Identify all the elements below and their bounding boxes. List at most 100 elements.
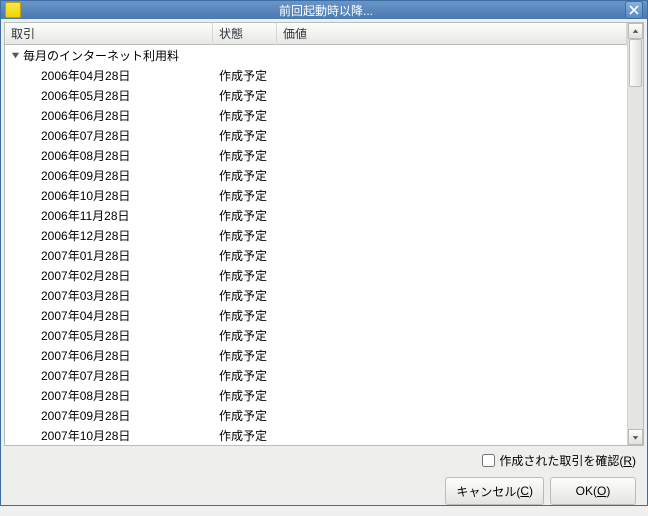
cell-status: 作成予定 xyxy=(213,246,277,265)
cell-date: 2006年10月28日 xyxy=(5,186,213,205)
cell-value xyxy=(277,234,627,236)
cell-date: 2006年06月28日 xyxy=(5,106,213,125)
table-row[interactable]: 2007年08月28日作成予定 xyxy=(5,385,627,405)
vertical-scrollbar[interactable] xyxy=(627,23,643,445)
cell-date: 2006年12月28日 xyxy=(5,226,213,245)
cell-value xyxy=(277,114,627,116)
cell-value xyxy=(277,294,627,296)
confirm-checkbox[interactable] xyxy=(482,454,495,467)
close-button[interactable] xyxy=(625,1,643,19)
cell-value xyxy=(277,414,627,416)
cell-status: 作成予定 xyxy=(213,306,277,325)
cell-status: 作成予定 xyxy=(213,386,277,405)
cell-value xyxy=(277,74,627,76)
scrollbar-track[interactable] xyxy=(628,39,643,429)
confirm-checkbox-row: 作成された取引を確認(R) xyxy=(4,446,644,473)
cell-date: 2006年07月28日 xyxy=(5,126,213,145)
button-row: キャンセル(C) OK(O) xyxy=(4,473,644,513)
table-row[interactable]: 2006年09月28日作成予定 xyxy=(5,165,627,185)
table-row[interactable]: 2006年11月28日作成予定 xyxy=(5,205,627,225)
cell-value xyxy=(277,154,627,156)
cell-value xyxy=(277,214,627,216)
cell-status: 作成予定 xyxy=(213,86,277,105)
app-icon xyxy=(5,2,21,18)
table-row[interactable]: 2007年02月28日作成予定 xyxy=(5,265,627,285)
dialog-window: 前回起動時以降... 取引 状態 価値 毎月のインターネット利用料 xyxy=(0,0,648,506)
scroll-up-button[interactable] xyxy=(628,23,643,39)
cell-date: 2007年06月28日 xyxy=(5,346,213,365)
cell-value xyxy=(277,254,627,256)
scroll-down-button[interactable] xyxy=(628,429,643,445)
table-row[interactable]: 2006年07月28日作成予定 xyxy=(5,125,627,145)
column-header-value[interactable]: 価値 xyxy=(277,23,627,45)
expander-icon[interactable] xyxy=(9,49,21,61)
cell-status: 作成予定 xyxy=(213,366,277,385)
table-row[interactable]: 2006年06月28日作成予定 xyxy=(5,105,627,125)
table-row[interactable]: 2007年03月28日作成予定 xyxy=(5,285,627,305)
cell-status: 作成予定 xyxy=(213,106,277,125)
table-row[interactable]: 2007年04月28日作成予定 xyxy=(5,305,627,325)
ok-button[interactable]: OK(O) xyxy=(550,477,636,505)
cell-date: 2007年05月28日 xyxy=(5,326,213,345)
table-row[interactable]: 2007年09月28日作成予定 xyxy=(5,405,627,425)
cell-status: 作成予定 xyxy=(213,126,277,145)
cell-value xyxy=(277,314,627,316)
cell-status: 作成予定 xyxy=(213,66,277,85)
cell-status: 作成予定 xyxy=(213,426,277,445)
cell-value xyxy=(277,354,627,356)
cell-date: 2007年01月28日 xyxy=(5,246,213,265)
column-header-status[interactable]: 状態 xyxy=(213,23,277,45)
cell-status: 作成予定 xyxy=(213,186,277,205)
cell-value xyxy=(277,194,627,196)
table-header: 取引 状態 価値 xyxy=(5,23,627,45)
cell-status: 作成予定 xyxy=(213,146,277,165)
cell-date: 2006年04月28日 xyxy=(5,66,213,85)
group-row[interactable]: 毎月のインターネット利用料 xyxy=(5,45,627,65)
cell-date: 2006年11月28日 xyxy=(5,206,213,225)
table-row[interactable]: 2007年05月28日作成予定 xyxy=(5,325,627,345)
content-area: 取引 状態 価値 毎月のインターネット利用料 2006年04月28日作成予定20… xyxy=(1,19,647,516)
cell-value xyxy=(277,334,627,336)
cell-status: 作成予定 xyxy=(213,226,277,245)
cell-status: 作成予定 xyxy=(213,406,277,425)
cancel-button[interactable]: キャンセル(C) xyxy=(445,477,544,505)
chevron-up-icon xyxy=(632,28,639,35)
cell-date: 2006年09月28日 xyxy=(5,166,213,185)
cell-status: 作成予定 xyxy=(213,206,277,225)
group-label: 毎月のインターネット利用料 xyxy=(23,47,179,64)
scrollbar-thumb[interactable] xyxy=(629,39,642,87)
cell-value xyxy=(277,434,627,436)
cell-date: 2007年02月28日 xyxy=(5,266,213,285)
column-header-transaction[interactable]: 取引 xyxy=(5,23,213,45)
cell-value xyxy=(277,274,627,276)
window-title: 前回起動時以降... xyxy=(27,2,625,19)
cell-date: 2007年03月28日 xyxy=(5,286,213,305)
cell-status: 作成予定 xyxy=(213,286,277,305)
table-scroll: 取引 状態 価値 毎月のインターネット利用料 2006年04月28日作成予定20… xyxy=(5,23,627,445)
cell-date: 2006年08月28日 xyxy=(5,146,213,165)
cell-value xyxy=(277,394,627,396)
cell-date: 2007年09月28日 xyxy=(5,406,213,425)
cell-value xyxy=(277,374,627,376)
table-row[interactable]: 2007年06月28日作成予定 xyxy=(5,345,627,365)
cell-status: 作成予定 xyxy=(213,166,277,185)
cell-date: 2006年05月28日 xyxy=(5,86,213,105)
titlebar[interactable]: 前回起動時以降... xyxy=(1,1,647,19)
table-row[interactable]: 2007年07月28日作成予定 xyxy=(5,365,627,385)
transactions-table: 取引 状態 価値 毎月のインターネット利用料 2006年04月28日作成予定20… xyxy=(4,22,644,446)
cell-date: 2007年10月28日 xyxy=(5,426,213,445)
table-row[interactable]: 2006年08月28日作成予定 xyxy=(5,145,627,165)
table-row[interactable]: 2006年05月28日作成予定 xyxy=(5,85,627,105)
table-row[interactable]: 2007年01月28日作成予定 xyxy=(5,245,627,265)
table-row[interactable]: 2006年10月28日作成予定 xyxy=(5,185,627,205)
cell-value xyxy=(277,134,627,136)
cell-status: 作成予定 xyxy=(213,346,277,365)
table-row[interactable]: 2006年12月28日作成予定 xyxy=(5,225,627,245)
cell-status: 作成予定 xyxy=(213,266,277,285)
table-row[interactable]: 2006年04月28日作成予定 xyxy=(5,65,627,85)
table-body: 毎月のインターネット利用料 2006年04月28日作成予定2006年05月28日… xyxy=(5,45,627,445)
table-row[interactable]: 2007年10月28日作成予定 xyxy=(5,425,627,445)
chevron-down-icon xyxy=(632,434,639,441)
confirm-checkbox-label[interactable]: 作成された取引を確認(R) xyxy=(499,452,636,469)
cell-date: 2007年04月28日 xyxy=(5,306,213,325)
